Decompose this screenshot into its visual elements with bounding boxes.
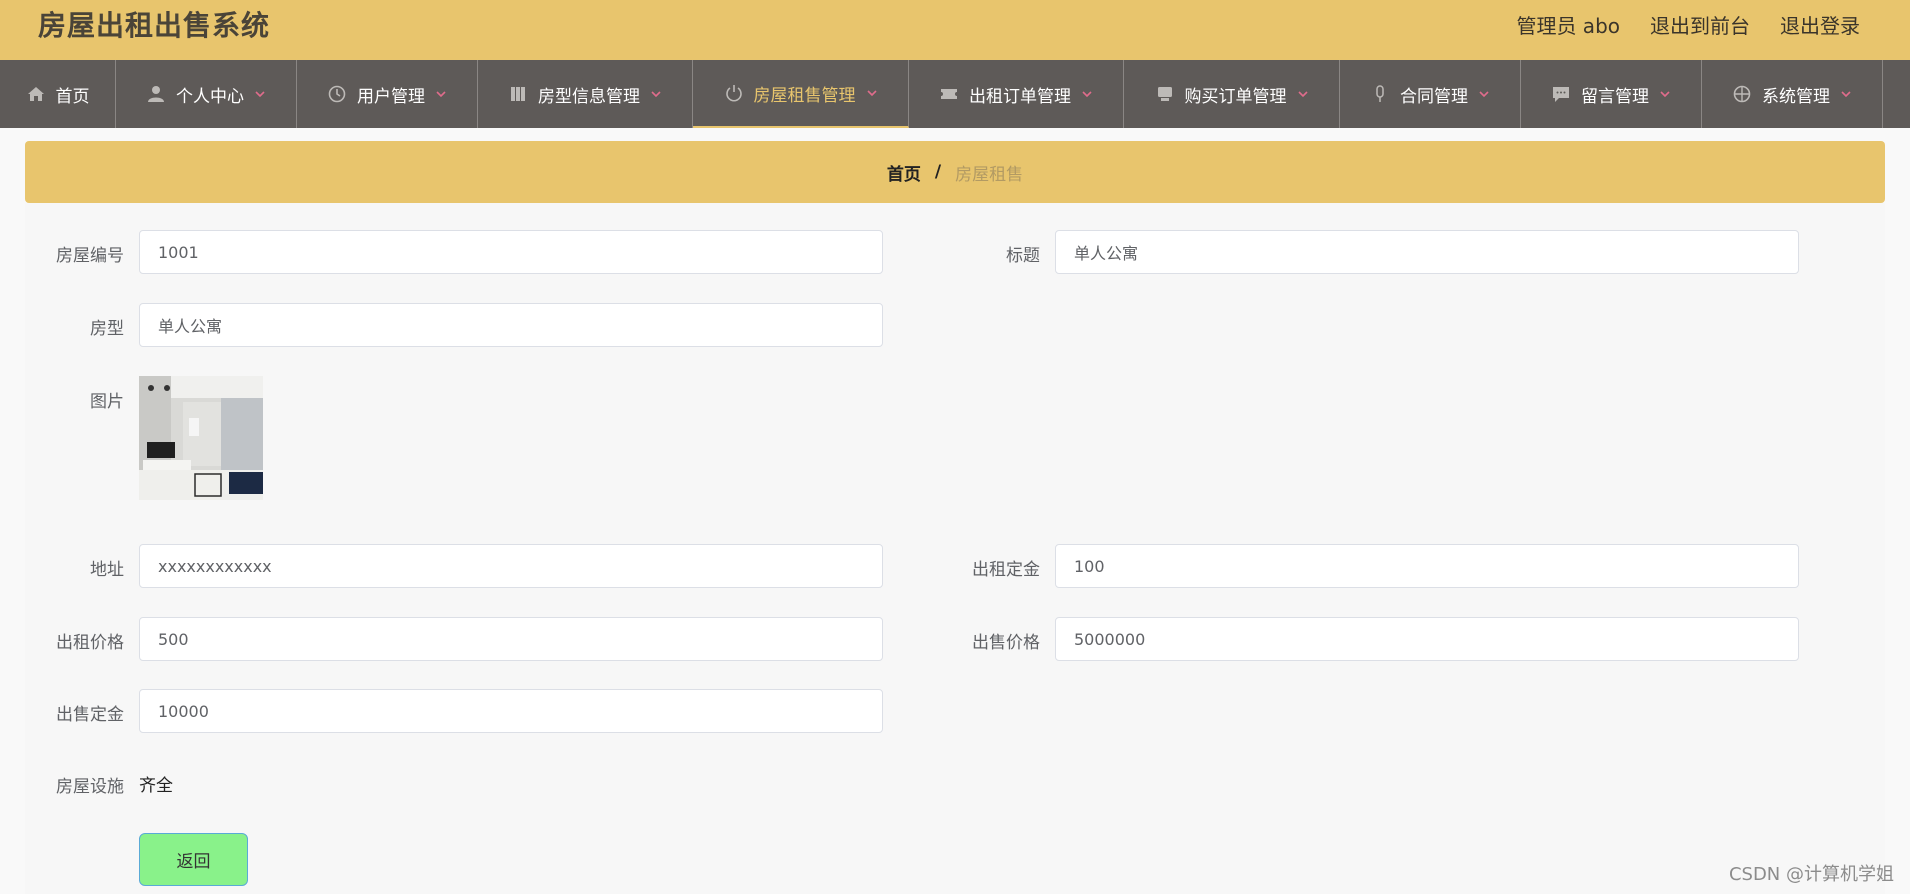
nav-item-label: 用户管理 <box>357 86 425 107</box>
app-title: 房屋出租出售系统 <box>38 9 271 42</box>
house-photo[interactable] <box>139 376 263 500</box>
house-no-label: 房屋编号 <box>56 246 124 266</box>
nav-item-house-type-management[interactable]: 房型信息管理 <box>478 60 693 128</box>
breadcrumb: 首页 / 房屋租售 <box>25 141 1885 203</box>
chevron-down-icon <box>866 87 878 99</box>
nav-item-label: 个人中心 <box>176 86 244 107</box>
microphone-icon <box>1370 84 1390 104</box>
message-icon <box>1551 84 1571 104</box>
logout-link[interactable]: 退出登录 <box>1780 10 1860 39</box>
chevron-down-icon <box>1659 88 1671 100</box>
breadcrumb-separator: / <box>934 162 942 182</box>
rent-deposit-label: 出租定金 <box>972 560 1040 580</box>
nav-item-home[interactable]: 首页 <box>0 60 116 128</box>
crosshair-icon <box>1732 84 1752 104</box>
back-button[interactable]: 返回 <box>139 833 248 886</box>
nav-item-label: 系统管理 <box>1762 86 1830 107</box>
top-header: 房屋出租出售系统 管理员 abo 退出到前台 退出登录 <box>0 0 1910 60</box>
nav-item-personal-center[interactable]: 个人中心 <box>116 60 297 128</box>
chevron-down-icon <box>435 88 447 100</box>
title-input[interactable] <box>1055 230 1799 274</box>
title-label: 标题 <box>1006 246 1040 266</box>
breadcrumb-home-link[interactable]: 首页 <box>887 160 921 185</box>
house-photo-image <box>139 376 263 500</box>
sale-deposit-input[interactable] <box>139 689 883 733</box>
picture-label: 图片 <box>90 392 124 412</box>
house-no-input[interactable] <box>139 230 883 274</box>
clock-icon <box>327 84 347 104</box>
chevron-down-icon <box>650 88 662 100</box>
house-type-label: 房型 <box>90 319 124 339</box>
nav-item-house-rent-sale-management[interactable]: 房屋租售管理 <box>693 60 909 128</box>
nav-item-system-management[interactable]: 系统管理 <box>1702 60 1883 128</box>
admin-user-label: 管理员 abo <box>1516 14 1620 38</box>
chevron-down-icon <box>1840 88 1852 100</box>
breadcrumb-current: 房屋租售 <box>955 164 1024 185</box>
chevron-down-icon <box>1297 88 1309 100</box>
facilities-label: 房屋设施 <box>56 777 124 797</box>
nav-item-message-management[interactable]: 留言管理 <box>1521 60 1702 128</box>
nav-item-label: 留言管理 <box>1581 86 1649 107</box>
nav-item-label: 房屋租售管理 <box>753 85 856 106</box>
power-icon <box>724 83 744 103</box>
address-label: 地址 <box>90 560 124 580</box>
address-input[interactable] <box>139 544 883 588</box>
exit-to-frontend-link[interactable]: 退出到前台 <box>1650 10 1750 39</box>
book-icon <box>508 84 528 104</box>
rent-deposit-input[interactable] <box>1055 544 1799 588</box>
facilities-value: 齐全 <box>139 776 173 796</box>
nav-item-rent-order-management[interactable]: 出租订单管理 <box>909 60 1124 128</box>
sale-price-input[interactable] <box>1055 617 1799 661</box>
rent-price-input[interactable] <box>139 617 883 661</box>
nav-item-label: 购买订单管理 <box>1184 86 1287 107</box>
sale-deposit-label: 出售定金 <box>56 705 124 725</box>
home-icon <box>26 84 46 104</box>
chevron-down-icon <box>254 88 266 100</box>
rent-price-label: 出租价格 <box>56 633 124 653</box>
user-icon <box>146 84 166 104</box>
nav-item-label: 房型信息管理 <box>538 86 640 107</box>
monitor-icon <box>1155 84 1175 104</box>
nav-item-label: 合同管理 <box>1400 86 1468 107</box>
chevron-down-icon <box>1081 88 1093 100</box>
nav-item-contract-management[interactable]: 合同管理 <box>1340 60 1521 128</box>
main-nav: 首页 个人中心 用户管理 房型信息管理 房屋租售管理 出租订单管理 购买订单管理… <box>0 60 1910 128</box>
nav-item-purchase-order-management[interactable]: 购买订单管理 <box>1124 60 1340 128</box>
ticket-icon <box>939 84 959 104</box>
chevron-down-icon <box>1478 88 1490 100</box>
nav-item-label: 出租订单管理 <box>969 86 1071 107</box>
sale-price-label: 出售价格 <box>972 633 1040 653</box>
watermark: CSDN @计算机学姐 <box>1728 864 1894 885</box>
nav-item-user-management[interactable]: 用户管理 <box>297 60 478 128</box>
top-links: 管理员 abo 退出到前台 退出登录 <box>1516 10 1860 39</box>
nav-item-label: 首页 <box>55 86 90 107</box>
house-type-input[interactable] <box>139 303 883 347</box>
